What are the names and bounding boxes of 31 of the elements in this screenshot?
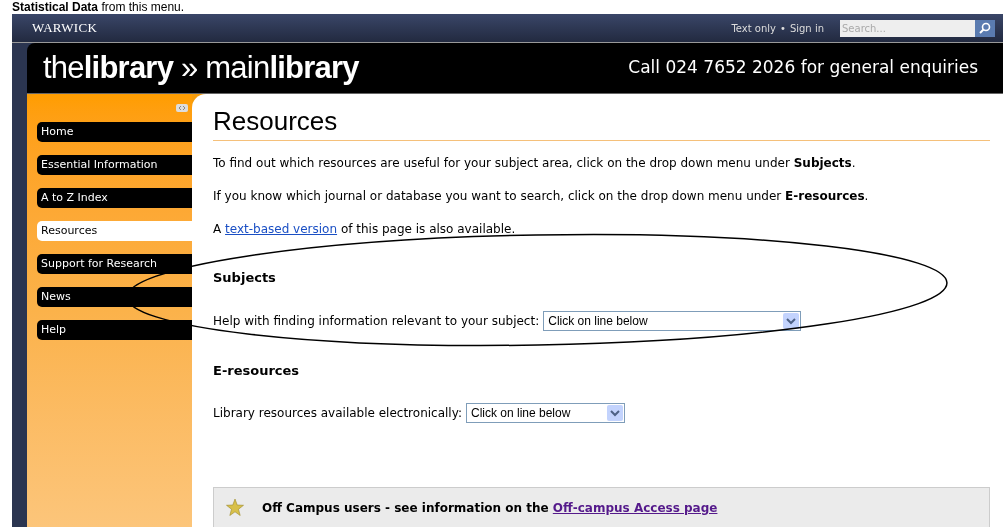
university-logo[interactable]: WARWICK xyxy=(32,18,98,38)
search-field[interactable]: Search... xyxy=(840,19,975,37)
field-label: Library resources available electronically: xyxy=(213,405,462,422)
intro-paragraph: If you know which journal or database you want to search, click on the drop down menu under E-resources. xyxy=(213,188,870,205)
header-link[interactable]: Sign in xyxy=(789,20,824,36)
intro-paragraph: To find out which resources are useful for your subject area, click on the drop down menu under Subjects. xyxy=(213,155,857,172)
sidebar-item[interactable]: Help xyxy=(37,320,192,340)
page-heading: Resources xyxy=(213,106,990,141)
dropdown-select[interactable]: Click on line below xyxy=(543,310,802,331)
sidebar-item[interactable]: A to Z Index xyxy=(37,188,192,208)
dropdown-select[interactable]: Click on line below xyxy=(465,403,625,423)
sidebar-item[interactable]: Resources xyxy=(37,221,192,241)
document-caption: Statistical Data from this menu. xyxy=(12,0,185,14)
phone-text: Call 024 7652 2026 for general enquiries xyxy=(628,56,978,80)
section-heading: E-resources xyxy=(213,361,301,380)
search-icon[interactable] xyxy=(975,19,995,37)
sidebar-item[interactable]: Support for Research xyxy=(37,254,192,274)
sidebar-item[interactable]: Home xyxy=(37,122,192,142)
notice-text: Off Campus users - see information on the Off-campus Access page xyxy=(262,499,718,517)
collapse-toggle-icon[interactable] xyxy=(176,104,188,112)
field-label: Help with finding information relevant to your subject: xyxy=(213,312,540,330)
sidebar-item[interactable]: News xyxy=(37,287,192,307)
text-version-link[interactable]: text-based version xyxy=(225,222,338,236)
off-campus-link[interactable]: Off-campus Access page xyxy=(552,500,718,515)
sidebar-item[interactable]: Essential Information xyxy=(37,155,192,175)
intro-paragraph: A text-based version of this page is also available. xyxy=(213,221,517,238)
section-heading: Subjects xyxy=(213,269,277,287)
site-title[interactable]: thelibrary » mainlibrary xyxy=(43,44,359,92)
header-link[interactable]: Text only xyxy=(731,20,776,36)
link-separator: • xyxy=(780,21,786,36)
star-icon xyxy=(226,499,244,516)
